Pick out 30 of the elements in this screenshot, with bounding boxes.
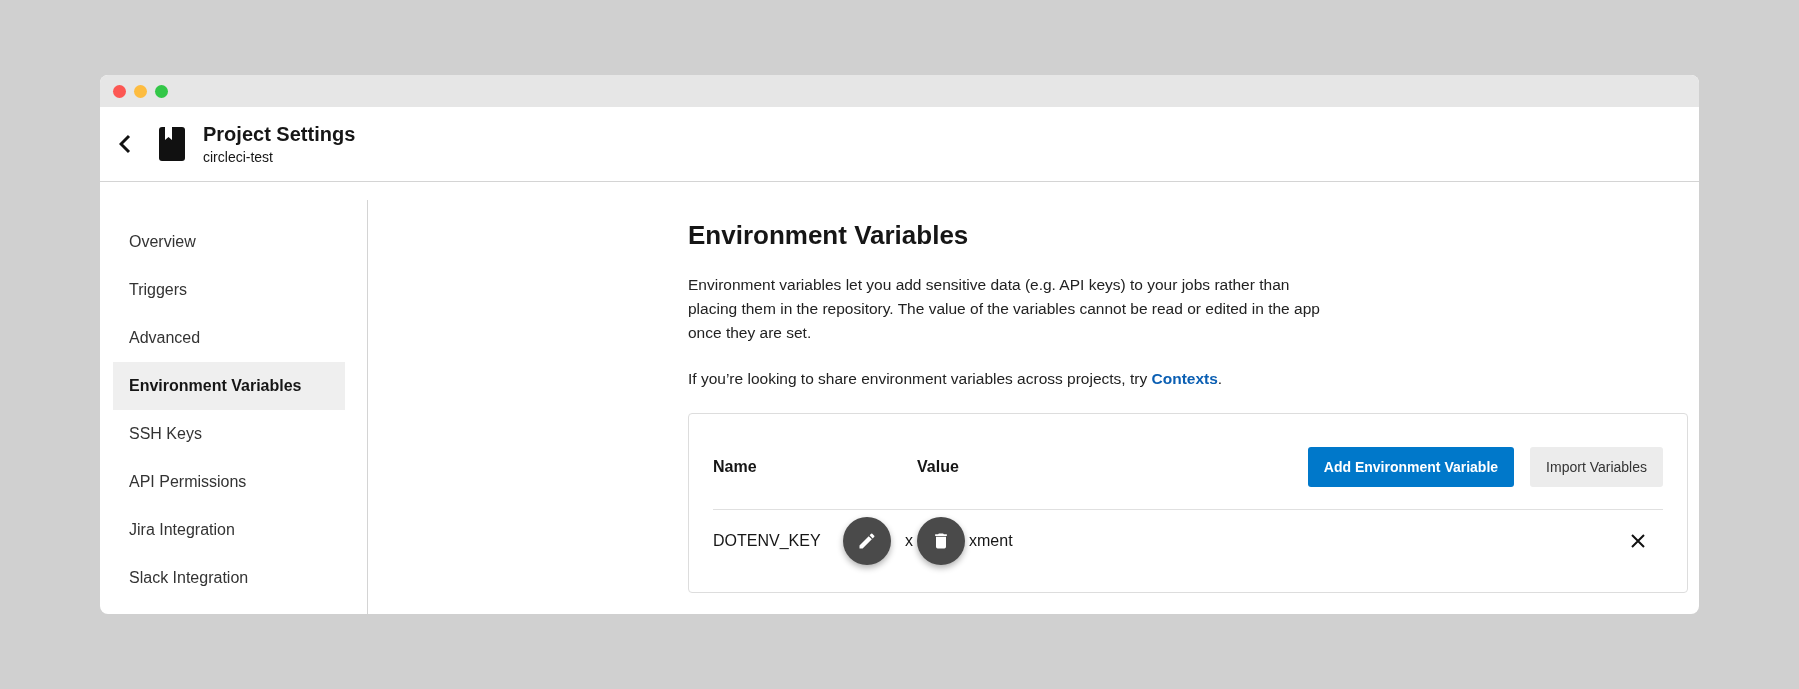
- project-name: circleci-test: [203, 149, 274, 165]
- column-header: Name: [713, 457, 758, 476]
- delete-button[interactable]: [917, 517, 965, 565]
- edit-button[interactable]: [843, 517, 891, 565]
- maximize-dot[interactable]: [155, 84, 168, 98]
- description: Environment variables let you add sensitive data (e.g. API keys) to your jobs rather than placing them in the repository. The value of the variables cannot be read or edited in the app once they are set.: [688, 275, 1320, 343]
- contexts-hint: If you’re looking to share environment variables across projects, try Contexts.: [688, 369, 1224, 389]
- table-cell: x: [905, 532, 913, 550]
- sidebar-item[interactable]: Slack Integration: [113, 554, 345, 602]
- import-button[interactable]: Import Variables: [1530, 446, 1663, 487]
- column-header: Value: [917, 457, 959, 476]
- table-cell: xment: [969, 532, 1013, 550]
- bookmark-book-icon: [159, 127, 185, 161]
- minimize-dot[interactable]: [134, 84, 147, 98]
- sidebar-item[interactable]: API Permissions: [113, 458, 345, 506]
- close-dot[interactable]: [113, 84, 126, 98]
- sidebar-item[interactable]: Jira Integration: [113, 506, 345, 554]
- add-variable-button[interactable]: Add Environment Variable: [1307, 446, 1515, 487]
- sidebar-item[interactable]: Overview: [113, 218, 345, 266]
- section-title: Environment Variables: [688, 220, 970, 251]
- sidebar-item[interactable]: Triggers: [113, 266, 345, 314]
- pencil-icon: [857, 531, 877, 551]
- close-icon[interactable]: [1631, 534, 1645, 548]
- sidebar-item[interactable]: Advanced: [113, 314, 345, 362]
- back-icon[interactable]: [119, 134, 131, 154]
- sidebar-item[interactable]: Environment Variables: [113, 362, 345, 410]
- contexts-link[interactable]: Contexts: [1151, 370, 1218, 387]
- sidebar-item[interactable]: SSH Keys: [113, 410, 345, 458]
- page-title: Project Settings: [203, 123, 356, 146]
- table-cell-text: DOTENV_KEY: [713, 532, 822, 550]
